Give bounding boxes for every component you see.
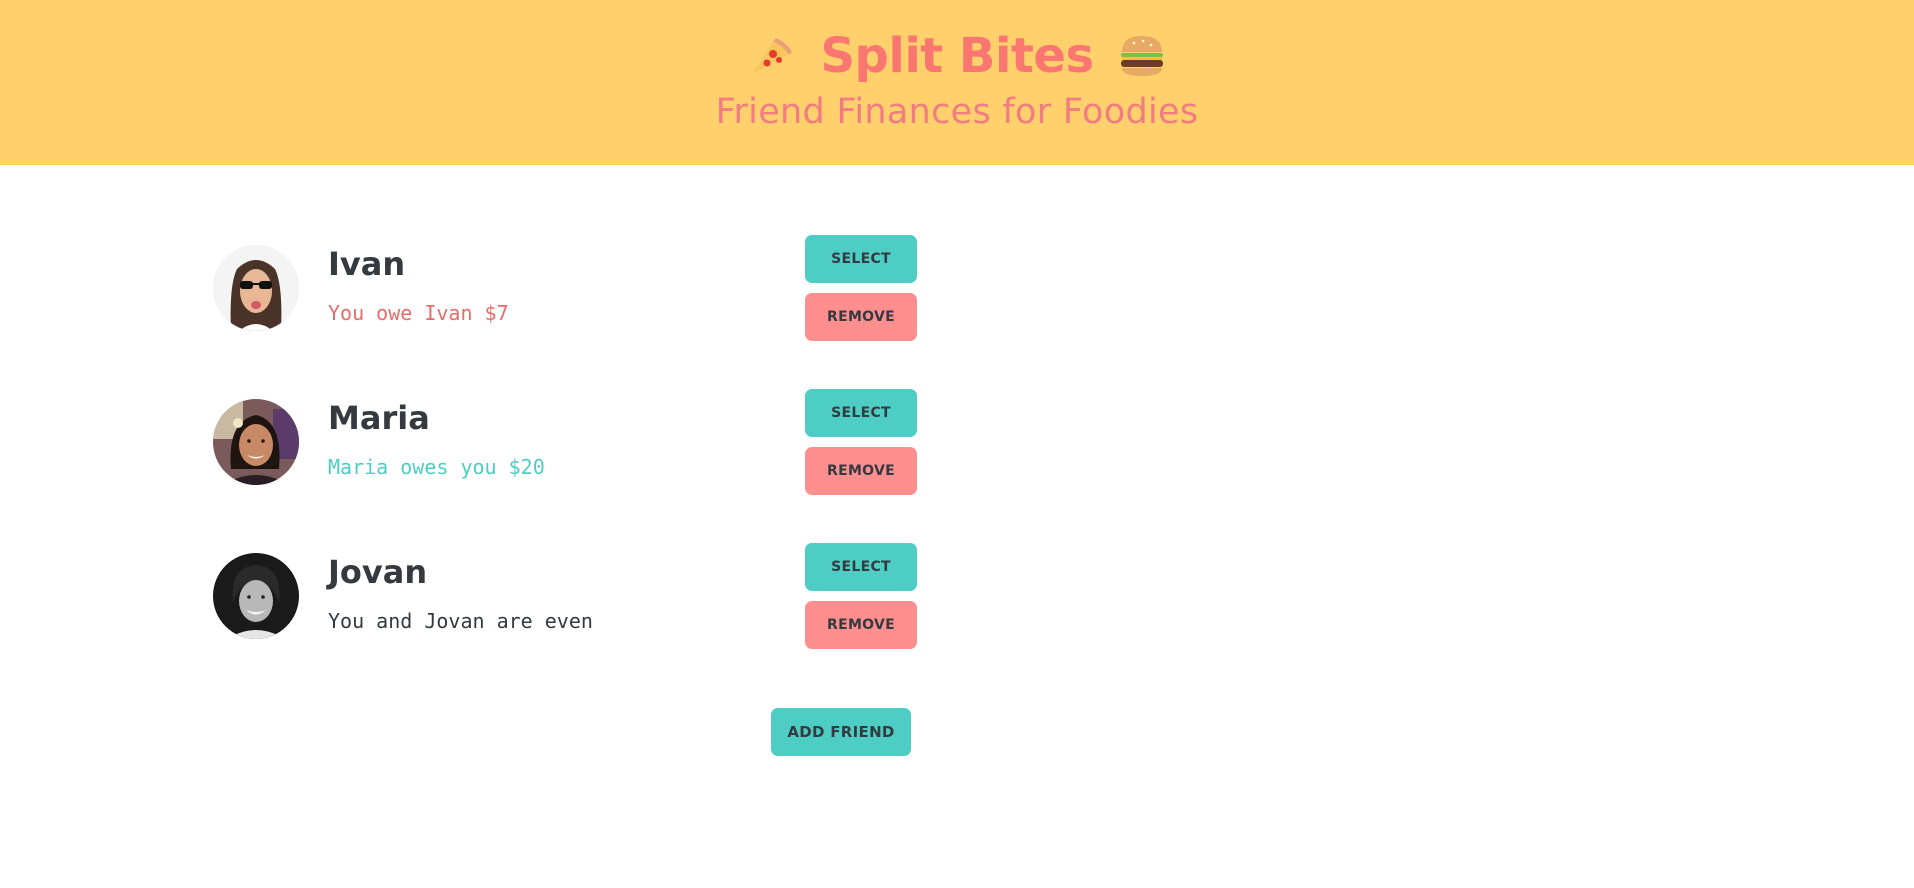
friend-name: Jovan [328, 553, 428, 591]
burger-icon [1116, 30, 1168, 82]
avatar [213, 245, 299, 331]
app-header: Split Bites Friend Finances for Foodies [0, 0, 1914, 165]
select-button[interactable]: SELECT [805, 235, 917, 283]
friend-item-maria: Maria Maria owes you $20 SELECT REMOVE [213, 389, 923, 499]
select-button[interactable]: SELECT [805, 389, 917, 437]
friend-balance: Maria owes you $20 [328, 455, 545, 479]
remove-button[interactable]: REMOVE [805, 293, 917, 341]
friend-balance: You owe Ivan $7 [328, 301, 509, 325]
pizza-icon [746, 30, 798, 82]
friend-name: Ivan [328, 245, 406, 283]
avatar [213, 553, 299, 639]
friend-item-jovan: Jovan You and Jovan are even SELECT REMO… [213, 543, 923, 653]
friend-balance: You and Jovan are even [328, 609, 593, 633]
title-row: Split Bites [0, 28, 1914, 84]
select-button[interactable]: SELECT [805, 543, 917, 591]
add-friend-button[interactable]: ADD FRIEND [771, 708, 911, 756]
friend-item-ivan: Ivan You owe Ivan $7 SELECT REMOVE [213, 235, 923, 345]
app-title: Split Bites [820, 28, 1094, 84]
app-subtitle: Friend Finances for Foodies [715, 92, 1199, 132]
friend-name: Maria [328, 399, 430, 437]
remove-button[interactable]: REMOVE [805, 601, 917, 649]
avatar [213, 399, 299, 485]
remove-button[interactable]: REMOVE [805, 447, 917, 495]
